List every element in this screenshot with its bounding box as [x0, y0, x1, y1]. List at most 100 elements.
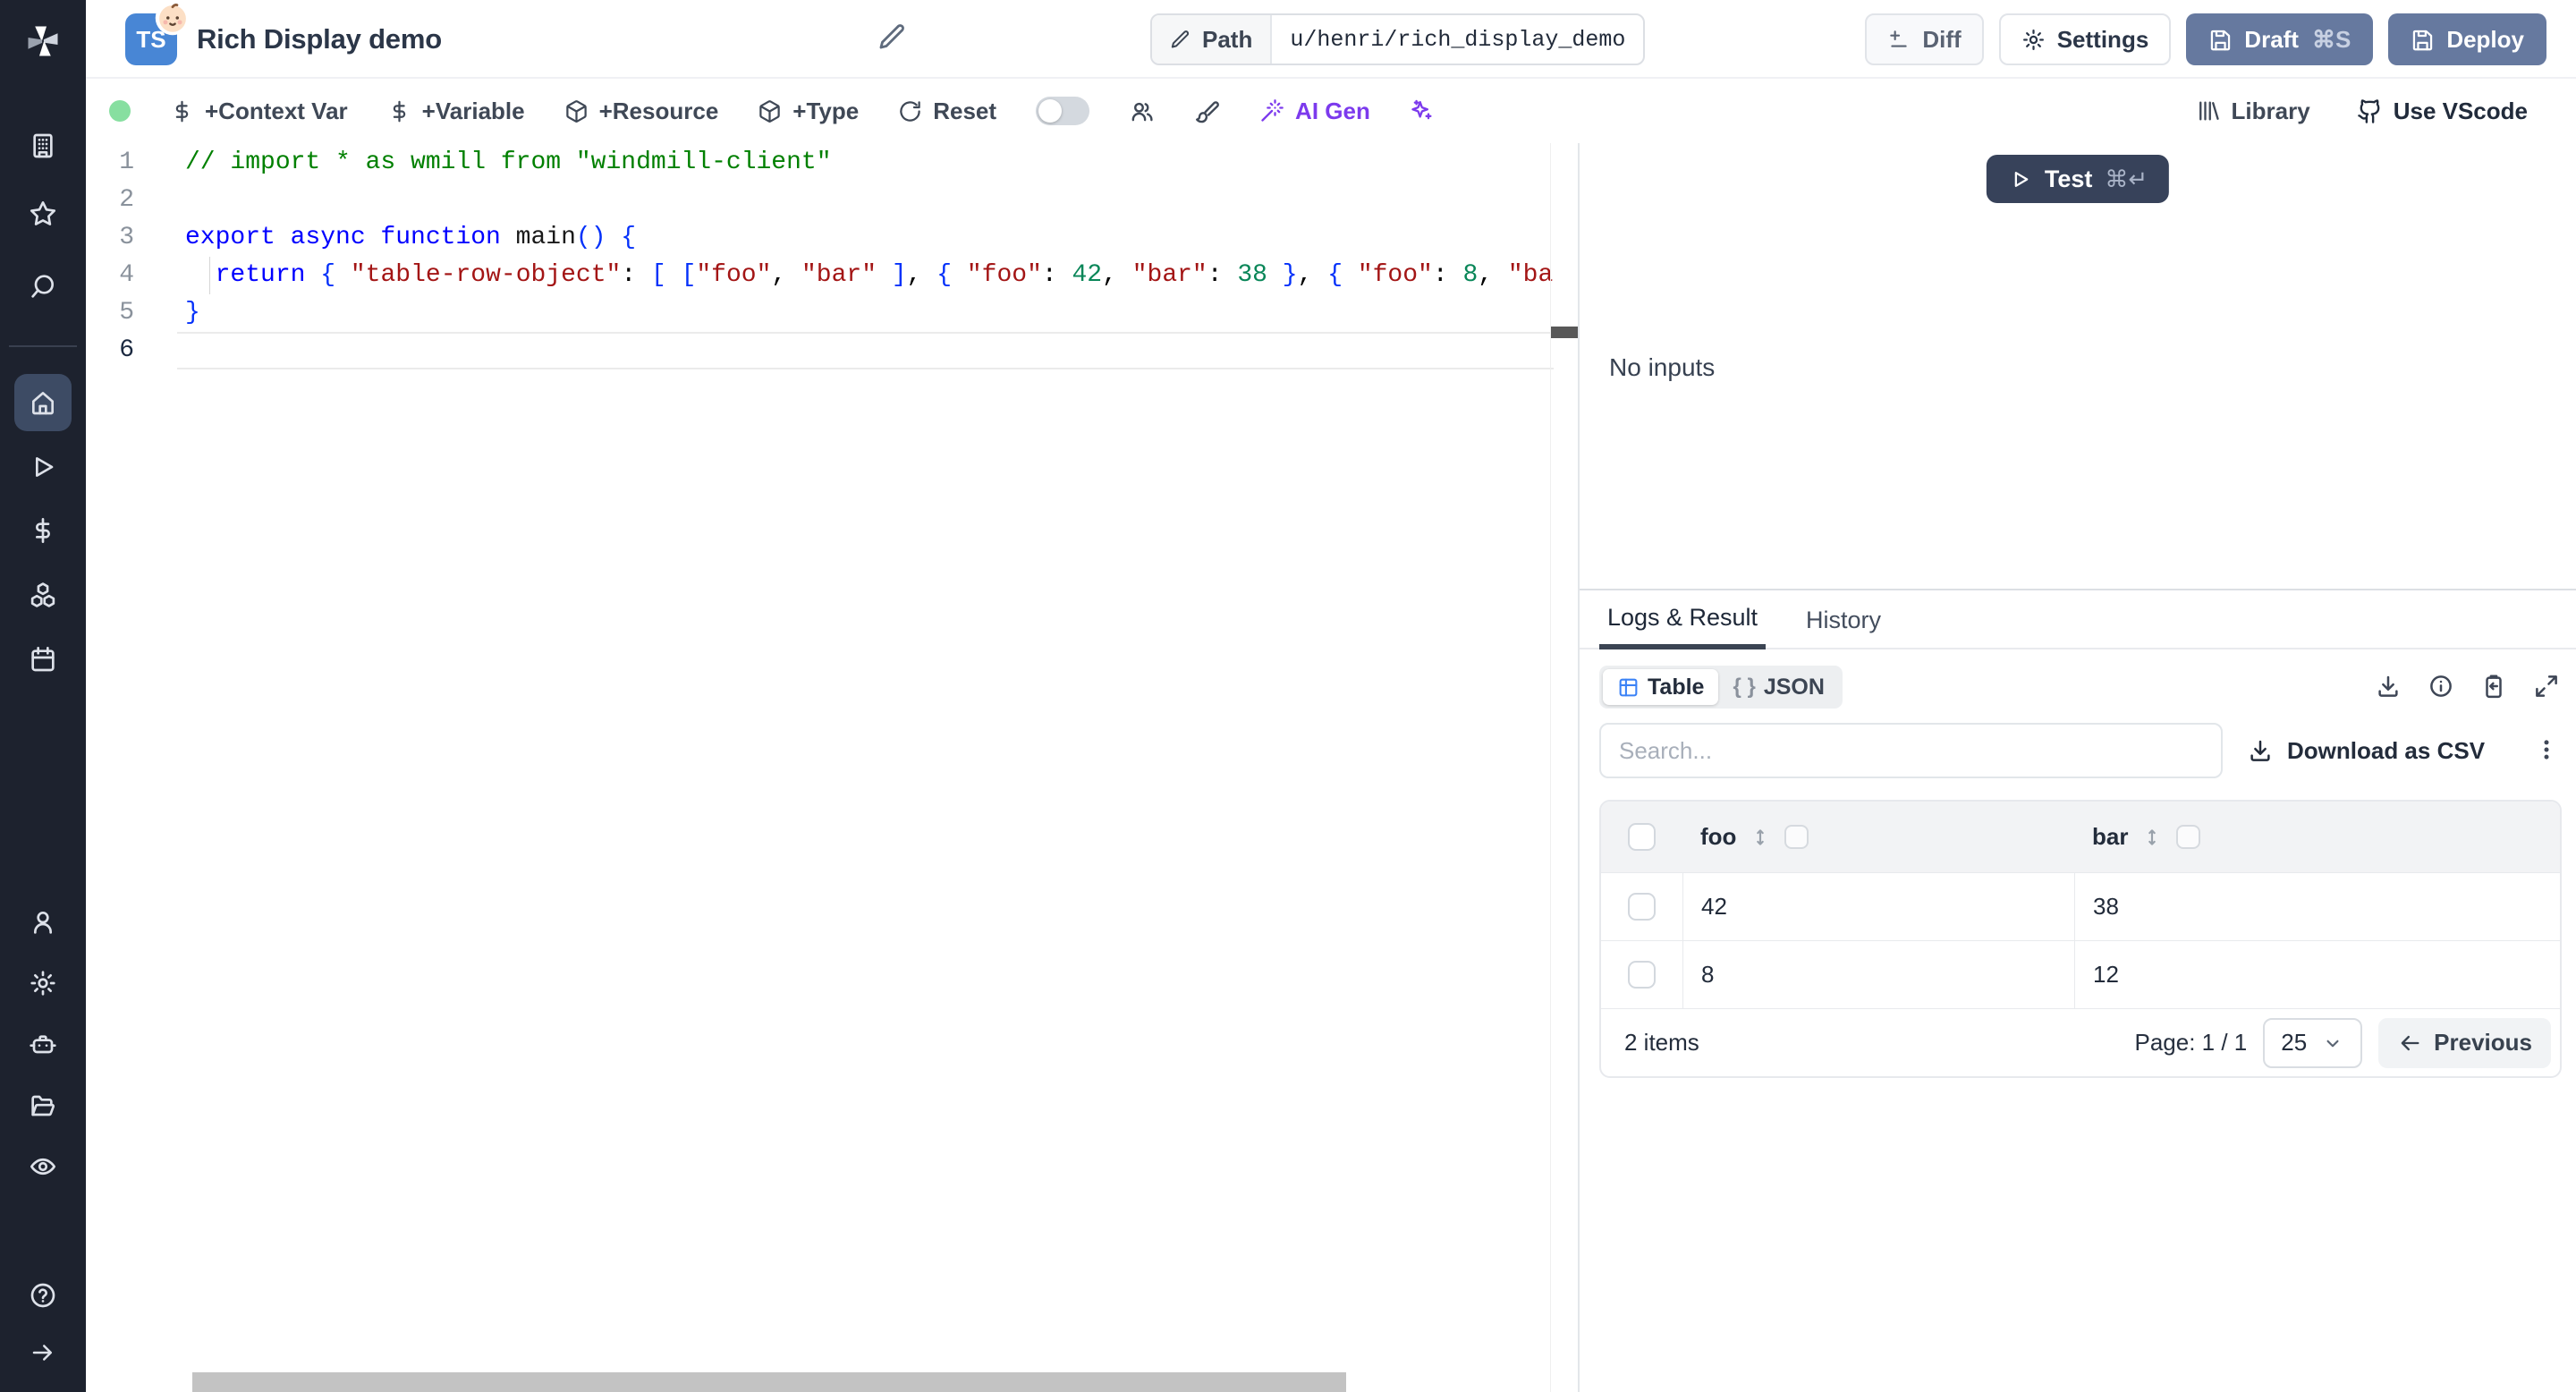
previous-label: Previous: [2434, 1029, 2532, 1057]
draft-button[interactable]: Draft ⌘S: [2186, 13, 2373, 65]
sidebar-item-help[interactable]: [14, 1267, 72, 1324]
scrollbar-mark: [1551, 327, 1578, 338]
page-size-value: 25: [2281, 1029, 2307, 1057]
result-table-body: 4238812: [1601, 872, 2560, 1008]
previous-page-button[interactable]: Previous: [2378, 1018, 2551, 1068]
line-number: 4: [86, 257, 134, 294]
result-actions: [2375, 673, 2560, 702]
sparkles-icon: [1410, 98, 1435, 123]
library-button[interactable]: Library: [2196, 98, 2310, 125]
test-button[interactable]: Test ⌘↵: [1987, 155, 2169, 203]
column-bar-filter-box[interactable]: [2176, 825, 2200, 849]
table-row: 4238: [1601, 872, 2560, 940]
code-line[interactable]: }: [185, 294, 1555, 332]
users-icon: [1129, 98, 1155, 124]
reset-rotate-icon: [898, 99, 922, 123]
tab-history[interactable]: History: [1794, 590, 1893, 649]
sidebar-item-schedules[interactable]: [14, 631, 72, 688]
arrow-right-icon: [30, 1339, 56, 1366]
table-grid-icon: [1617, 676, 1640, 699]
sidebar-item-workers[interactable]: [14, 1016, 72, 1074]
ai-sparkles-button[interactable]: [1410, 98, 1435, 123]
sort-arrows-icon[interactable]: [2140, 826, 2164, 849]
table-menu-button[interactable]: [2533, 736, 2560, 766]
add-variable-label: +Variable: [422, 98, 525, 125]
page-label: Page: 1 / 1: [2134, 1029, 2247, 1057]
search-input[interactable]: [1599, 723, 2223, 778]
help-icon: [29, 1281, 57, 1310]
sidebar-item-home[interactable]: [14, 374, 72, 431]
edit-title-button[interactable]: [877, 21, 908, 55]
info-icon: [2428, 673, 2454, 700]
view-toggle-json[interactable]: { } JSON: [1718, 669, 1838, 705]
sidebar-item-user[interactable]: [14, 894, 72, 951]
code-line[interactable]: [185, 182, 1555, 219]
wand-icon: [1259, 98, 1284, 123]
expand-result-button[interactable]: [2533, 673, 2560, 702]
download-result-button[interactable]: [2375, 673, 2402, 702]
windmill-logo[interactable]: [14, 13, 72, 70]
copy-result-button[interactable]: [2480, 673, 2507, 702]
add-resource-button[interactable]: +Resource: [564, 98, 719, 125]
path-label: Path: [1202, 26, 1252, 54]
page-size-select[interactable]: 25: [2263, 1018, 2362, 1068]
code-editor[interactable]: 123456 // import * as wmill from "windmi…: [86, 143, 1578, 1392]
reset-button[interactable]: Reset: [898, 98, 996, 125]
result-info-button[interactable]: [2428, 673, 2454, 702]
path-button[interactable]: Path u/henri/rich_display_demo: [1150, 13, 1645, 65]
multiplayer-toggle[interactable]: [1036, 97, 1089, 125]
sidebar-item-settings[interactable]: [14, 955, 72, 1012]
library-icon: [2196, 98, 2221, 123]
code-line[interactable]: // import * as wmill from "windmill-clie…: [185, 144, 1555, 182]
format-code-button[interactable]: [1194, 98, 1220, 124]
code-line[interactable]: return { "table-row-object": [ ["foo", "…: [185, 257, 1555, 294]
add-variable-button[interactable]: +Variable: [387, 98, 525, 125]
use-vscode-button[interactable]: Use VScode: [2357, 98, 2528, 125]
sidebar-item-workspace[interactable]: [14, 117, 72, 174]
table-search-row: Download as CSV: [1599, 723, 2560, 778]
sidebar-item-resources[interactable]: [14, 566, 72, 624]
dollar-icon: [170, 99, 194, 123]
sidebar-item-audit[interactable]: [14, 1138, 72, 1195]
horizontal-scrollbar[interactable]: [192, 1372, 1346, 1392]
add-context-var-button[interactable]: +Context Var: [170, 98, 348, 125]
sidebar-item-variables[interactable]: [14, 502, 72, 559]
table-row: 812: [1601, 940, 2560, 1008]
braces-icon: { }: [1733, 675, 1755, 700]
row-checkbox[interactable]: [1628, 961, 1656, 989]
ai-gen-label: AI Gen: [1295, 98, 1370, 125]
run-panel: Test ⌘↵ No inputs Logs & Result History …: [1578, 143, 2576, 1392]
add-type-button[interactable]: +Type: [758, 98, 859, 125]
select-all-checkbox[interactable]: [1628, 823, 1656, 851]
cell-bar: 12: [2074, 941, 2560, 1008]
settings-button[interactable]: Settings: [1999, 13, 2172, 65]
download-csv-button[interactable]: Download as CSV: [2247, 737, 2485, 765]
items-count: 2 items: [1624, 1029, 1699, 1057]
tab-logs-result-label: Logs & Result: [1607, 604, 1758, 632]
line-number: 5: [86, 294, 134, 332]
robot-icon: [29, 1031, 57, 1059]
diff-button[interactable]: Diff: [1865, 13, 1983, 65]
column-foo-filter-box[interactable]: [1784, 825, 1809, 849]
sidebar-item-folders[interactable]: [14, 1077, 72, 1134]
tab-logs-result[interactable]: Logs & Result: [1599, 590, 1766, 649]
boxes-icon: [29, 581, 57, 609]
typescript-badge: TS: [125, 13, 177, 65]
sidebar-item-search[interactable]: [14, 258, 72, 315]
path-label-segment: Path: [1152, 15, 1272, 64]
deploy-button[interactable]: Deploy: [2388, 13, 2546, 65]
sidebar-item-runs[interactable]: [14, 438, 72, 496]
status-dot: [109, 100, 131, 122]
ai-gen-button[interactable]: AI Gen: [1259, 98, 1370, 125]
multiplayer-users-button[interactable]: [1129, 98, 1155, 124]
row-checkbox[interactable]: [1628, 893, 1656, 921]
code-line[interactable]: export async function main() {: [185, 219, 1555, 257]
view-toggle-table[interactable]: Table: [1603, 669, 1718, 705]
sidebar-item-favorites[interactable]: [14, 185, 72, 242]
sort-arrows-icon[interactable]: [1749, 826, 1772, 849]
code-line[interactable]: [185, 332, 1555, 369]
eye-icon: [29, 1152, 57, 1181]
sidebar-expand-button[interactable]: [14, 1324, 72, 1381]
play-icon: [29, 453, 57, 481]
line-number: 6: [86, 332, 134, 369]
